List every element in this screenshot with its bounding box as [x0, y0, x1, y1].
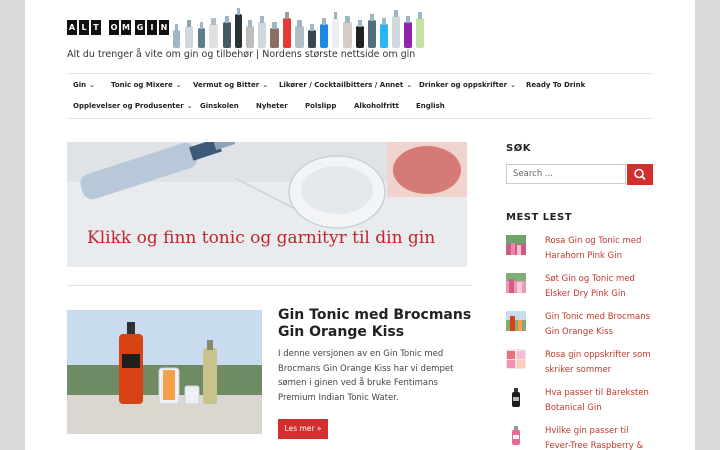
popular-link[interactable]: Gin Tonic med Brocmans Gin Orange Kiss: [545, 310, 657, 340]
site-logo[interactable]: A L T O M G I N: [67, 8, 427, 48]
nav-label: Ready To Drink: [526, 81, 586, 89]
nav-label: Tonic og Mixere: [111, 81, 173, 89]
banner-gin-pour-illustration: [67, 142, 467, 267]
popular-thumbnail[interactable]: [506, 387, 526, 407]
nav-item-likorer[interactable]: Likører / Cocktailbitters / Annet ⌄: [279, 81, 412, 89]
nav-item-opplevelser[interactable]: Opplevelser og Produsenter ⌄: [73, 102, 193, 110]
popular-link[interactable]: Hva passer til Bareksten Botanical Gin: [545, 386, 657, 416]
popular-link[interactable]: Hvilke gin passer til Fever-Tree Raspber…: [545, 424, 657, 450]
read-more-button[interactable]: Les mer »: [278, 419, 328, 439]
post-title[interactable]: Gin Tonic med Brocmans Gin Orange Kiss: [278, 307, 478, 341]
page: A L T O M G I N Alt du trenger å vite om…: [25, 0, 695, 450]
popular-link[interactable]: Rosa Gin og Tonic med Harahorn Pink Gin: [545, 234, 657, 264]
banner-headline: Klikk og finn tonic og garnityr til din …: [87, 228, 436, 248]
nav-item-drinker-og-oppskrifter[interactable]: Drinker og oppskrifter ⌄: [419, 81, 516, 89]
post-thumbnail[interactable]: [67, 310, 262, 434]
bottle-icon: [512, 388, 520, 407]
popular-item[interactable]: Rosa Gin og Tonic med Harahorn Pink Gin: [506, 235, 656, 267]
popular-thumbnail[interactable]: [506, 235, 526, 255]
search-heading: SØK: [506, 143, 531, 154]
popular-thumbnail-illustration: [507, 351, 525, 368]
logo-letter: G: [135, 20, 145, 35]
logo-letter: A: [67, 20, 77, 35]
nav-label: Likører / Cocktailbitters / Annet: [279, 81, 404, 89]
popular-link[interactable]: Søt Gin og Tonic med Elsker Dry Pink Gin: [545, 272, 657, 302]
popular-thumbnail[interactable]: [506, 425, 526, 445]
logo-letter: T: [91, 20, 101, 35]
post-thumbnail-illustration: [67, 310, 262, 434]
popular-item[interactable]: Søt Gin og Tonic med Elsker Dry Pink Gin: [506, 273, 656, 305]
nav-item-gin[interactable]: Gin ⌄: [73, 81, 95, 89]
logo-letter: N: [159, 20, 169, 35]
nav-label: English: [416, 102, 445, 110]
nav-item-tonic-og-mixere[interactable]: Tonic og Mixere ⌄: [111, 81, 182, 89]
popular-item[interactable]: Rosa gin oppskrifter som skriker sommer: [506, 349, 656, 381]
popular-thumbnail[interactable]: [506, 349, 526, 369]
nav-item-alkoholfritt[interactable]: Alkoholfritt: [354, 102, 399, 110]
popular-item[interactable]: Hva passer til Bareksten Botanical Gin: [506, 387, 656, 419]
popular-thumbnail[interactable]: [506, 311, 526, 331]
nav-item-ginskolen[interactable]: Ginskolen: [200, 102, 239, 110]
popular-item[interactable]: Gin Tonic med Brocmans Gin Orange Kiss: [506, 311, 656, 343]
chevron-down-icon: ⌄: [262, 81, 269, 89]
popular-thumbnail-illustration: [506, 273, 526, 293]
nav-item-polslipp[interactable]: Polslipp: [305, 102, 336, 110]
logo-bottles-illustration: [173, 8, 424, 48]
logo-letter: L: [79, 20, 89, 35]
chevron-down-icon: ⌄: [186, 102, 193, 110]
search-button[interactable]: [627, 164, 653, 185]
main-navigation: Gin ⌄ Tonic og Mixere ⌄ Vermut og Bitter ⌄ …: [67, 73, 653, 119]
logo-letter: I: [147, 20, 157, 35]
site-tagline: Alt du trenger å vite om gin og tilbehør…: [67, 49, 416, 60]
nav-item-ready-to-drink[interactable]: Ready To Drink: [526, 81, 585, 89]
nav-label: Opplevelser og Produsenter: [73, 102, 184, 110]
nav-label: Polslipp: [305, 102, 337, 110]
nav-label: Alkoholfritt: [354, 102, 399, 110]
chevron-down-icon: ⌄: [89, 81, 96, 89]
search-icon: [634, 168, 646, 181]
popular-item[interactable]: Hvilke gin passer til Fever-Tree Raspber…: [506, 425, 656, 450]
popular-heading: MEST LEST: [506, 212, 573, 223]
nav-label: Ginskolen: [200, 102, 239, 110]
nav-label: Vermut og Bitter: [193, 81, 260, 89]
bottle-icon: [512, 426, 520, 445]
chevron-down-icon: ⌄: [510, 81, 516, 89]
post-excerpt: I denne versjonen av en Gin Tonic med Br…: [278, 349, 454, 403]
logo-letter: M: [121, 20, 131, 35]
nav-label: Nyheter: [256, 102, 288, 110]
chevron-down-icon: ⌄: [175, 81, 182, 89]
divider: [67, 285, 472, 286]
search-input[interactable]: [506, 164, 626, 184]
popular-thumbnail-illustration: [506, 311, 526, 331]
nav-item-nyheter[interactable]: Nyheter: [256, 102, 288, 110]
nav-item-english[interactable]: English: [416, 102, 445, 110]
popular-thumbnail-illustration: [506, 235, 526, 255]
nav-label: Gin: [73, 81, 87, 89]
popular-thumbnail[interactable]: [506, 273, 526, 293]
chevron-down-icon: ⌄: [406, 81, 413, 89]
popular-link[interactable]: Rosa gin oppskrifter som skriker sommer: [545, 348, 657, 378]
tonic-banner[interactable]: Klikk og finn tonic og garnityr til din …: [67, 142, 467, 267]
logo-letter: O: [109, 20, 119, 35]
nav-label: Drinker og oppskrifter: [419, 81, 508, 89]
nav-item-vermut-og-bitter[interactable]: Vermut og Bitter ⌄: [193, 81, 268, 89]
